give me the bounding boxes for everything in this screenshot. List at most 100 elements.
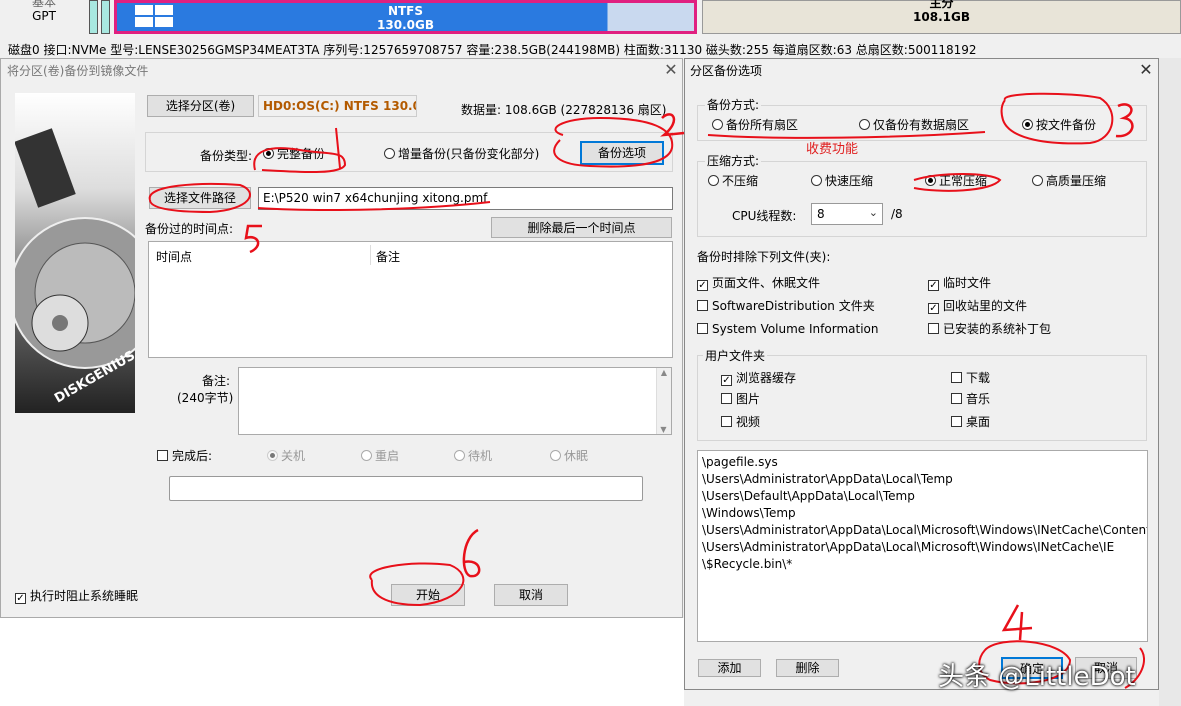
after-hibernate-label: 休眠	[564, 449, 589, 463]
disk-map-bar: 基本 GPT NTFS 130.0GB 主分 108.1GB	[0, 0, 1181, 40]
folder-desktop-checkbox[interactable]: 桌面	[951, 415, 990, 429]
exclude-recycle-label: 回收站里的文件	[943, 299, 1028, 313]
exclude-patches-checkbox[interactable]: 已安装的系统补丁包	[928, 322, 1051, 336]
partition-other-block[interactable]: 主分 108.1GB	[702, 0, 1181, 34]
backup-type-full-radio[interactable]: 完整备份	[263, 147, 325, 161]
exclude-path-item[interactable]: \Users\Default\AppData\Local\Temp	[702, 488, 1143, 505]
note-scrollbar[interactable]: ▲ ▼	[656, 368, 671, 434]
disk-info-line: 磁盘0 接口:NVMe 型号:LENSE30256GMSP34MEAT3TA 序…	[8, 43, 977, 57]
backup-type-full-label: 完整备份	[277, 147, 326, 161]
scroll-down-icon[interactable]: ▼	[657, 425, 670, 434]
partition-ntfs-block[interactable]: NTFS 130.0GB	[114, 0, 697, 34]
add-path-button[interactable]: 添加	[698, 659, 761, 677]
exclude-temp-checkbox[interactable]: ✓ 临时文件	[928, 276, 991, 291]
folder-music-checkbox[interactable]: 音乐	[951, 392, 990, 406]
backup-method-label: 备份方式:	[705, 96, 762, 113]
folder-videos-checkbox[interactable]: 视频	[721, 415, 760, 429]
compression-normal-radio[interactable]: 正常压缩	[925, 174, 987, 188]
progress-bar	[169, 476, 643, 501]
compression-group	[697, 161, 1147, 237]
user-folders-group	[697, 355, 1147, 441]
method-all-sectors-label: 备份所有扇区	[726, 118, 799, 132]
folder-downloads-label: 下载	[966, 371, 991, 385]
after-shutdown-radio[interactable]: 关机	[267, 449, 305, 463]
background-strip	[1159, 58, 1181, 706]
folder-pictures-label: 图片	[736, 392, 761, 406]
disk-image-icon: DISKGENIUS	[15, 128, 135, 406]
select-partition-button[interactable]: 选择分区(卷)	[147, 95, 254, 117]
compression-normal-label: 正常压缩	[939, 174, 988, 188]
exclude-pagefile-label: 页面文件、休眠文件	[712, 276, 821, 290]
exclude-path-item[interactable]: \Users\Administrator\AppData\Local\Temp	[702, 471, 1143, 488]
windows-logo-icon	[135, 5, 173, 27]
other-partition-size: 108.1GB	[913, 10, 970, 24]
exclude-path-item[interactable]: \pagefile.sys	[702, 454, 1143, 471]
method-data-sectors-radio[interactable]: 仅备份有数据扇区	[859, 118, 969, 132]
small-partition-1[interactable]	[89, 0, 98, 34]
note-limit-label: (240字节)	[177, 391, 234, 405]
exclude-path-item[interactable]: \Users\Administrator\AppData\Local\Micro…	[702, 522, 1147, 539]
exclude-paths-list[interactable]: \pagefile.sys \Users\Administrator\AppDa…	[697, 450, 1148, 642]
close-icon[interactable]: ✕	[661, 59, 681, 81]
timepoints-table[interactable]: 时间点 备注	[148, 241, 673, 358]
exclude-path-item[interactable]: \$Recycle.bin\*	[702, 556, 1143, 573]
disk-label-line2: GPT	[32, 9, 56, 23]
select-path-button[interactable]: 选择文件路径	[149, 187, 251, 209]
after-hibernate-radio[interactable]: 休眠	[550, 449, 588, 463]
note-textarea[interactable]: ▲ ▼	[238, 367, 672, 435]
cpu-threads-value: 8	[817, 207, 825, 221]
folder-desktop-label: 桌面	[966, 415, 991, 429]
exclude-recycle-checkbox[interactable]: ✓ 回收站里的文件	[928, 299, 1027, 314]
options-close-icon[interactable]: ✕	[1135, 59, 1157, 81]
diskgenius-banner: DISKGENIUS	[15, 93, 135, 413]
folder-pictures-checkbox[interactable]: 图片	[721, 392, 760, 406]
other-partition-name: 主分	[929, 0, 954, 10]
scroll-up-icon[interactable]: ▲	[657, 368, 671, 377]
folder-videos-label: 视频	[736, 415, 761, 429]
disk-label-line1: 基本	[31, 0, 56, 9]
exclude-patches-label: 已安装的系统补丁包	[943, 322, 1052, 336]
cpu-threads-select[interactable]: 8 ⌄	[811, 203, 883, 225]
folder-browser-cache-checkbox[interactable]: ✓ 浏览器缓存	[721, 371, 796, 386]
table-header-timepoint[interactable]: 时间点	[156, 248, 192, 265]
exclude-path-item[interactable]: \Users\Administrator\AppData\Local\Micro…	[702, 539, 1143, 556]
after-standby-radio[interactable]: 待机	[454, 449, 492, 463]
compression-none-radio[interactable]: 不压缩	[708, 174, 758, 188]
small-partition-2[interactable]	[101, 0, 110, 34]
file-path-input[interactable]: E:\P520 win7 x64chunjing xitong.pmf	[258, 187, 673, 210]
after-completion-checkbox[interactable]: 完成后:	[157, 449, 212, 463]
backup-options-dialog: 分区备份选项 ✕ 备份方式: 备份所有扇区 仅备份有数据扇区 按文件备份 收费功…	[684, 58, 1159, 690]
compression-label: 压缩方式:	[705, 152, 762, 169]
options-dialog-title: 分区备份选项	[690, 64, 763, 78]
delete-last-timepoint-button[interactable]: 删除最后一个时间点	[491, 217, 672, 238]
start-button[interactable]: 开始	[391, 584, 465, 606]
exclude-svi-checkbox[interactable]: System Volume Information	[697, 322, 878, 336]
cancel-button[interactable]: 取消	[494, 584, 568, 606]
partition-size-label: 130.0GB	[377, 18, 434, 32]
partition-value-field: HD0:OS(C:) NTFS 130.0GB	[258, 95, 417, 117]
table-header-note[interactable]: 备注	[376, 248, 400, 265]
backup-options-button[interactable]: 备份选项	[580, 141, 664, 165]
method-file-backup-radio[interactable]: 按文件备份	[1022, 118, 1096, 132]
background-panel	[0, 618, 684, 706]
exclude-softwaredistribution-checkbox[interactable]: SoftwareDistribution 文件夹	[697, 299, 875, 313]
folder-downloads-checkbox[interactable]: 下载	[951, 371, 990, 385]
exclude-path-item[interactable]: \Windows\Temp	[702, 505, 1143, 522]
after-restart-radio[interactable]: 重启	[361, 449, 399, 463]
method-all-sectors-radio[interactable]: 备份所有扇区	[712, 118, 798, 132]
method-data-sectors-label: 仅备份有数据扇区	[873, 118, 970, 132]
exclude-temp-label: 临时文件	[943, 276, 992, 290]
delete-path-button[interactable]: 删除	[776, 659, 839, 677]
compression-high-radio[interactable]: 高质量压缩	[1032, 174, 1106, 188]
exclude-pagefile-checkbox[interactable]: ✓ 页面文件、休眠文件	[697, 276, 820, 291]
compression-fast-radio[interactable]: 快速压缩	[811, 174, 873, 188]
paid-feature-note: 收费功能	[806, 142, 859, 157]
compression-high-label: 高质量压缩	[1046, 174, 1107, 188]
backup-type-incremental-radio[interactable]: 增量备份(只备份变化部分)	[384, 147, 539, 161]
exclude-label: 备份时排除下列文件(夹):	[697, 250, 831, 264]
after-completion-label: 完成后:	[172, 449, 213, 463]
compression-fast-label: 快速压缩	[825, 174, 874, 188]
prevent-sleep-label: 执行时阻止系统睡眠	[30, 589, 139, 603]
prevent-sleep-checkbox[interactable]: ✓ 执行时阻止系统睡眠	[15, 589, 138, 604]
chevron-down-icon[interactable]: ⌄	[869, 206, 878, 219]
